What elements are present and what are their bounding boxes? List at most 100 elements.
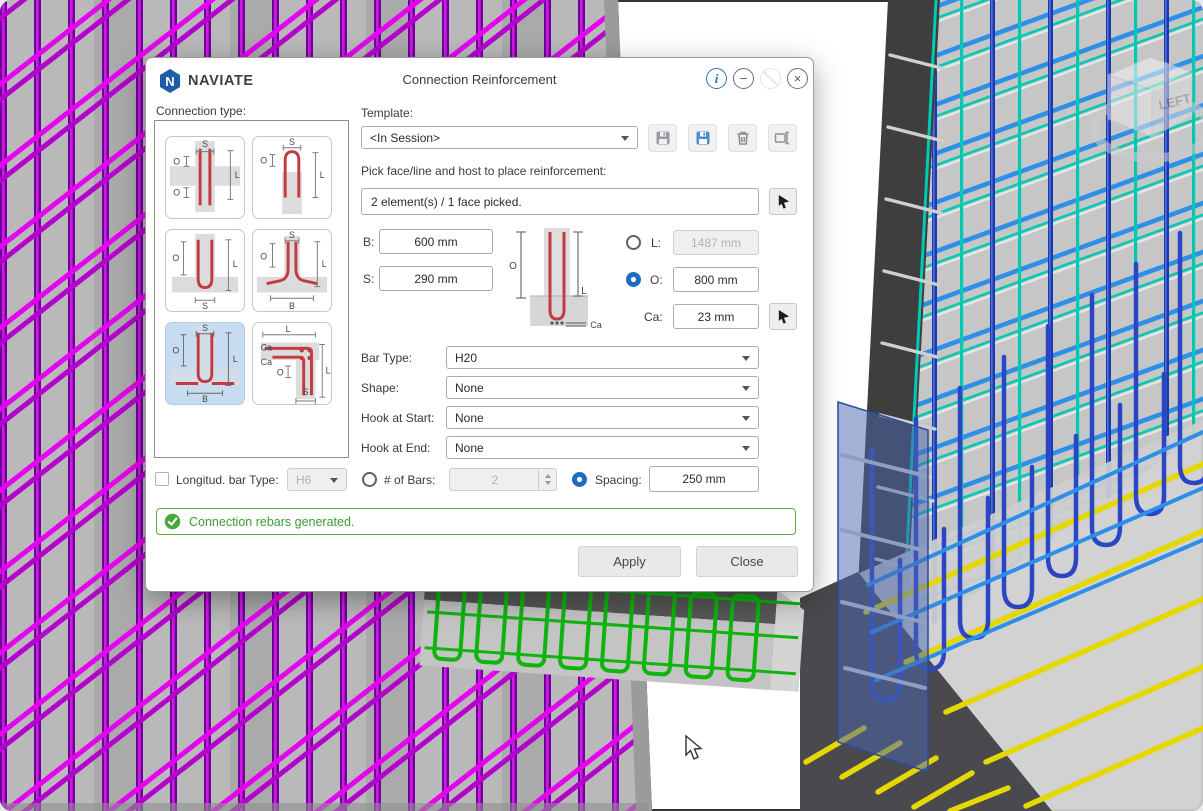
pick-status-field[interactable]: 2 element(s) / 1 face picked. [361, 188, 759, 215]
spinner-up-icon [545, 474, 551, 478]
longitudinal-label: Longitud. bar Type: [176, 473, 279, 487]
template-save-button[interactable] [648, 124, 677, 152]
close-dialog-button[interactable]: × [787, 68, 808, 89]
mouse-cursor [686, 736, 701, 759]
spinner-down-icon [545, 481, 551, 485]
dim-b-label: B: [363, 235, 374, 249]
dim-o-label: O: [650, 273, 663, 287]
longitudinal-checkbox[interactable] [155, 472, 169, 486]
close-icon: × [794, 72, 802, 85]
svg-text:O: O [260, 251, 267, 261]
svg-text:O: O [509, 261, 517, 272]
pick-arrow-icon [776, 194, 791, 209]
info-icon: i [715, 72, 719, 85]
spinner-arrows[interactable] [538, 469, 556, 490]
svg-text:L: L [235, 170, 240, 180]
shape-value: None [455, 381, 484, 395]
num-bars-radio[interactable] [362, 472, 377, 487]
connection-type-column-through-slab[interactable]: S O O L [165, 136, 245, 219]
pick-status-value: 2 element(s) / 1 face picked. [371, 195, 522, 209]
template-dropdown[interactable]: <In Session> [361, 126, 638, 149]
svg-text:L: L [322, 259, 327, 269]
svg-text:O: O [173, 156, 180, 166]
svg-text:L: L [286, 324, 291, 334]
dim-s-label: S: [363, 272, 374, 286]
bar-type-dropdown[interactable]: H20 [446, 346, 759, 369]
dim-l-field: 1487 mm [673, 230, 759, 255]
bar-type-label: Bar Type: [361, 351, 412, 365]
dim-o-radio[interactable] [626, 272, 641, 287]
svg-text:L: L [581, 286, 587, 297]
svg-text:B: B [202, 394, 208, 404]
hook-at-end-dropdown[interactable]: None [446, 436, 759, 459]
template-save-as-button[interactable] [688, 124, 717, 152]
svg-text:L: L [233, 354, 238, 364]
connection-type-column-base-u-bar[interactable]: O L S [165, 229, 245, 312]
connection-type-wall-to-slab-u-bar-with-feet[interactable]: S O L B [165, 322, 245, 405]
connection-type-corner-connection[interactable]: L L Ca Ca O S [252, 322, 332, 405]
picked-face-plane [838, 402, 928, 772]
bar-type-value: H20 [455, 351, 477, 365]
svg-text:O: O [277, 368, 284, 378]
svg-text:O: O [173, 188, 180, 198]
num-bars-label: # of Bars: [384, 473, 435, 487]
svg-text:S: S [303, 387, 309, 397]
connection-type-box: S O O L S O L [154, 120, 349, 458]
svg-text:Ca: Ca [590, 320, 602, 330]
rename-icon [774, 130, 791, 146]
dim-o-value: 800 mm [694, 273, 737, 287]
connection-type-column-base-splayed-bars[interactable]: S O L B [252, 229, 332, 312]
dim-ca-label: Ca: [644, 310, 663, 324]
hook-at-end-value: None [455, 441, 484, 455]
hook-at-start-label: Hook at Start: [361, 411, 434, 425]
minimize-icon: − [740, 72, 748, 85]
apply-button[interactable]: Apply [578, 546, 681, 577]
svg-text:S: S [289, 230, 295, 240]
connection-type-label: Connection type: [156, 104, 246, 118]
svg-text:L: L [320, 170, 325, 180]
svg-text:Ca: Ca [261, 342, 272, 352]
dim-s-field[interactable]: 290 mm [379, 266, 493, 291]
info-button[interactable]: i [706, 68, 727, 89]
num-bars-spinner: 2 [449, 468, 557, 491]
spacing-field[interactable]: 250 mm [649, 466, 759, 492]
dim-b-field[interactable]: 600 mm [379, 229, 493, 254]
template-rename-button[interactable] [768, 124, 797, 152]
hook-at-start-dropdown[interactable]: None [446, 406, 759, 429]
dim-l-label: L: [651, 236, 661, 250]
pick-cover-button[interactable] [769, 303, 797, 330]
connection-diagram: O L Ca [506, 224, 616, 336]
close-button-label: Close [730, 554, 763, 569]
connection-reinforcement-dialog: N NAVIATE Connection Reinforcement i − ×… [145, 57, 814, 592]
connection-type-wall-top-u-bar[interactable]: S O L [252, 136, 332, 219]
minimize-button[interactable]: − [733, 68, 754, 89]
template-delete-button[interactable] [728, 124, 757, 152]
dim-ca-field[interactable]: 23 mm [673, 304, 759, 329]
status-message-text: Connection rebars generated. [189, 515, 354, 529]
svg-text:S: S [202, 301, 208, 311]
spacing-label: Spacing: [595, 473, 642, 487]
dim-l-radio[interactable] [626, 235, 641, 250]
svg-text:L: L [326, 366, 331, 376]
spacing-value: 250 mm [682, 472, 725, 486]
num-bars-value: 2 [492, 473, 499, 487]
shape-dropdown[interactable]: None [446, 376, 759, 399]
template-value: <In Session> [370, 131, 440, 145]
success-check-icon [164, 513, 181, 530]
pick-face-button[interactable] [769, 188, 797, 215]
template-label: Template: [361, 106, 413, 120]
svg-text:O: O [172, 253, 179, 263]
longitudinal-bar-type-dropdown: H6 [287, 468, 347, 491]
dim-o-field[interactable]: 800 mm [673, 267, 759, 292]
dim-b-value: 600 mm [414, 235, 457, 249]
svg-text:S: S [202, 323, 208, 333]
spacing-radio[interactable] [572, 472, 587, 487]
svg-text:B: B [289, 301, 295, 311]
pick-label: Pick face/line and host to place reinfor… [361, 164, 606, 178]
svg-text:S: S [202, 139, 208, 149]
dim-ca-value: 23 mm [698, 310, 735, 324]
close-button[interactable]: Close [696, 546, 798, 577]
shape-label: Shape: [361, 381, 399, 395]
disabled-button [760, 68, 781, 89]
status-message: Connection rebars generated. [156, 508, 796, 535]
